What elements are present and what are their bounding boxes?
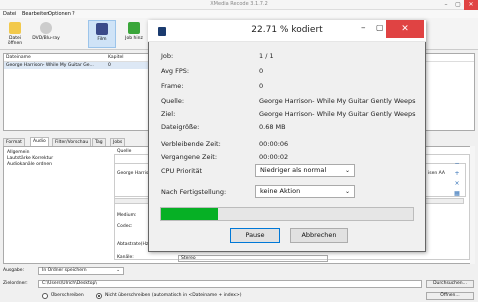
pause-button[interactable]: Pause: [230, 228, 280, 243]
audio-nav-kanaele[interactable]: Audiokanäle ordnen: [7, 162, 52, 167]
kanaele-select[interactable]: Stereo: [178, 255, 328, 262]
film-icon: [96, 23, 108, 35]
overwrite-radio[interactable]: [42, 293, 48, 299]
overwrite-label: Überschreiben: [51, 293, 84, 298]
fps-value: 0: [259, 67, 264, 75]
open-file-button[interactable]: Datei öffnen: [2, 20, 28, 48]
file-row-kapitel: 0: [108, 63, 111, 68]
file-row-name[interactable]: George Harrison- While My Guitar Ge...: [6, 63, 94, 68]
dialog-title: 22.71 % kodiert: [251, 25, 323, 35]
frame-label: Frame:: [161, 82, 184, 90]
main-maximize-button[interactable]: ▢: [452, 0, 464, 10]
progress-fill: [161, 208, 218, 220]
tab-tag[interactable]: Tag: [92, 138, 106, 146]
menu-help[interactable]: ?: [72, 11, 75, 17]
open-folder-button[interactable]: Öffnen...: [426, 292, 474, 300]
add-job-button[interactable]: Job hinz: [120, 20, 148, 48]
plus-icon[interactable]: +: [453, 170, 461, 178]
nach-fertigstellung-select[interactable]: keine Aktion ⌄: [255, 185, 355, 198]
audio-nav-lautstaerke[interactable]: Lautstärke Korrektur: [7, 156, 53, 161]
tab-filter-vorschau[interactable]: Filter/Vorschau: [52, 138, 92, 146]
film-button[interactable]: Film: [88, 20, 116, 48]
verbleibende-zeit-value: 00:00:06: [259, 140, 289, 148]
audio-source-right-text: isen AA: [428, 171, 445, 176]
main-minimize-button[interactable]: –: [440, 0, 452, 10]
fps-label: Avg FPS:: [161, 67, 190, 75]
grid-icon[interactable]: ▦: [453, 190, 461, 198]
kanaele-label: Kanäle:: [117, 255, 134, 260]
chevron-down-icon: ⌄: [344, 188, 350, 195]
minus-icon[interactable]: −: [453, 160, 461, 168]
quelle-dialog-label: Quelle:: [161, 97, 185, 105]
job-label: Job:: [161, 52, 174, 60]
main-window-title: XMedia Recode 3.1.7.2: [210, 1, 268, 7]
dateigroesse-value: 0.68 MB: [259, 123, 286, 131]
no-overwrite-label: Nicht überschreiben (automatisch in <Dat…: [105, 293, 242, 298]
zielordner-input[interactable]: C:\Users\Ulrich\Desktop\: [38, 280, 422, 288]
frame-value: 0: [259, 82, 264, 90]
vergangene-zeit-label: Vergangene Zeit:: [161, 153, 218, 161]
audio-nav-allgemein[interactable]: Allgemein: [7, 150, 29, 155]
ausgabe-label: Ausgabe:: [3, 268, 25, 273]
zielordner-label: Zielordner:: [3, 281, 28, 286]
ziel-value: George Harrison- While My Guitar Gently …: [259, 110, 416, 118]
codec-label: Codec:: [117, 224, 133, 229]
chevron-down-icon: ⌄: [344, 167, 350, 174]
no-overwrite-radio[interactable]: [96, 293, 102, 299]
medium-label: Medium:: [117, 213, 137, 218]
vertical-scrollbar[interactable]: [470, 146, 475, 264]
menu-optionen[interactable]: Optionen: [48, 11, 71, 17]
ausgabe-select[interactable]: In Ordner speichern ⌄: [38, 267, 124, 275]
dvd-button[interactable]: DVD/Blu-ray: [30, 20, 62, 48]
add-icon: [128, 22, 140, 34]
dateigroesse-label: Dateigröße:: [161, 123, 200, 131]
abtastrate-label: Abtastrate(Hz):: [117, 242, 152, 247]
cpu-prioritaet-select[interactable]: Niedriger als normal ⌄: [255, 164, 355, 177]
nach-fertigstellung-label: Nach Fertigstellung:: [161, 188, 227, 196]
menu-bearbeiten[interactable]: Bearbeiten: [22, 11, 49, 17]
verbleibende-zeit-label: Verbleibende Zeit:: [161, 140, 221, 148]
browse-button[interactable]: Durchsuchen...: [426, 280, 474, 288]
dialog-maximize-button[interactable]: ▢: [376, 23, 384, 32]
chevron-down-icon: ⌄: [116, 268, 120, 273]
tab-format[interactable]: Format: [3, 138, 25, 146]
tab-audio[interactable]: Audio: [30, 137, 49, 146]
cpu-prioritaet-label: CPU Priorität: [161, 167, 203, 175]
column-header-filename[interactable]: Dateiname: [6, 55, 31, 60]
disc-icon: [40, 22, 52, 34]
remove-icon[interactable]: ×: [453, 180, 461, 188]
dialog-minimize-button[interactable]: –: [361, 23, 366, 33]
quelle-dialog-value: George Harrison- While My Guitar Gently …: [259, 97, 416, 105]
job-value: 1 / 1: [259, 52, 274, 60]
vergangene-zeit-value: 00:00:02: [259, 153, 289, 161]
dialog-close-button[interactable]: ✕: [386, 20, 424, 38]
menu-datei[interactable]: Datei: [3, 11, 16, 17]
ziel-label: Ziel:: [161, 110, 176, 118]
abbrechen-button[interactable]: Abbrechen: [290, 228, 348, 243]
quelle-label: Quelle: [117, 149, 132, 154]
main-close-button[interactable]: ✕: [464, 0, 478, 10]
tab-jobs[interactable]: Jobs: [110, 138, 126, 146]
column-header-kapitel[interactable]: Kapitel: [108, 55, 124, 60]
folder-icon: [9, 22, 21, 34]
